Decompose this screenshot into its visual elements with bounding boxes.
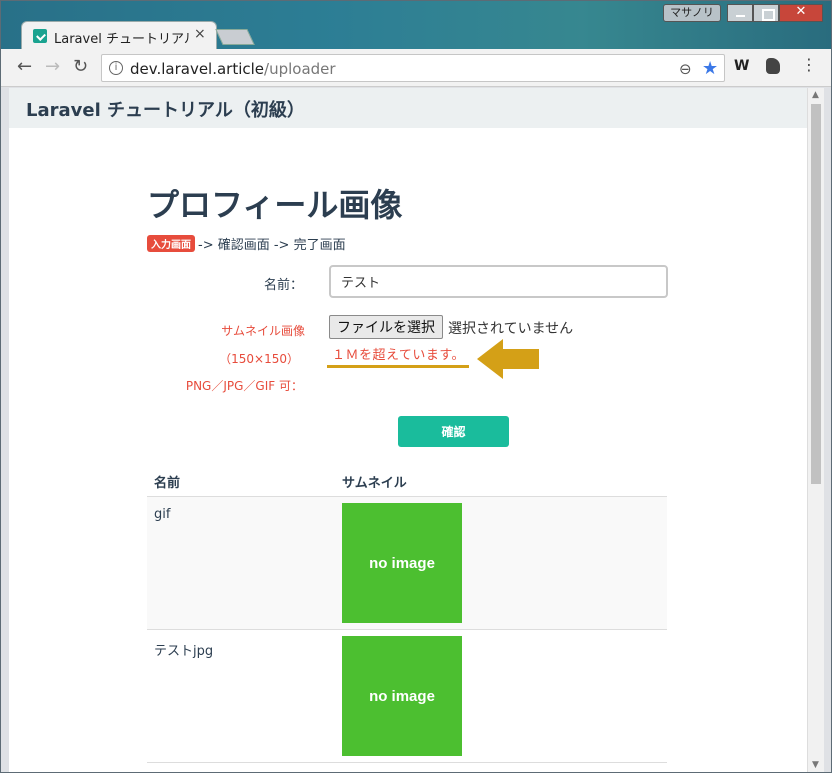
scrollbar-thumb[interactable] (811, 104, 821, 484)
thumb-label-line2: （150×150） (219, 352, 299, 366)
url-host: dev.laravel.article (130, 60, 265, 78)
table-header-name: 名前 (154, 476, 181, 491)
name-input[interactable] (329, 265, 668, 298)
url-path: /uploader (264, 60, 336, 78)
name-label: 名前： (263, 278, 303, 293)
maximize-button[interactable] (753, 4, 779, 22)
url-text[interactable]: dev.laravel.article/uploader (130, 60, 336, 78)
steps-rest: -> 確認画面 -> 完了画面 (198, 238, 346, 253)
browser-tab[interactable]: Laravel チュートリアル × (21, 21, 217, 49)
file-select-button[interactable]: ファイルを選択 (329, 315, 443, 339)
error-highlight-underline (327, 365, 469, 368)
close-window-button[interactable]: ✕ (779, 4, 823, 22)
table-row: テストjpg no image (147, 630, 667, 763)
site-brand[interactable]: Laravel チュートリアル（初級） (26, 96, 305, 122)
step-indicator: 入力画面 -> 確認画面 -> 完了画面 (147, 234, 346, 253)
file-error-message: １Ｍを超えています。 (332, 348, 466, 363)
tab-strip: Laravel チュートリアル × マサノリ ✕ (1, 1, 831, 49)
thumbnail-placeholder: no image (342, 636, 462, 756)
tab-close-icon[interactable]: × (194, 26, 206, 42)
bookmark-star-icon[interactable]: ★ (702, 58, 718, 79)
browser-toolbar: ← → ↻ i dev.laravel.article/uploader ⊖ ★… (1, 49, 831, 87)
minimize-button[interactable] (727, 4, 753, 22)
confirm-button[interactable]: 確認 (398, 416, 509, 447)
page-viewport: Laravel チュートリアル（初級） プロフィール画像 入力画面 -> 確認画面… (9, 88, 807, 772)
evernote-icon[interactable] (766, 58, 780, 74)
row-name: テストjpg (154, 644, 214, 659)
site-navbar: Laravel チュートリアル（初級） (9, 88, 807, 128)
scroll-down-icon[interactable]: ▼ (812, 760, 819, 770)
page-title: プロフィール画像 (147, 186, 403, 224)
close-icon: ✕ (795, 4, 807, 19)
address-bar[interactable]: i dev.laravel.article/uploader ⊖ ★ (101, 54, 725, 82)
extension-w-icon[interactable]: W (734, 58, 749, 74)
info-icon[interactable]: i (109, 61, 123, 75)
file-status-text: 選択されていません (448, 321, 574, 337)
tab-title: Laravel チュートリアル (54, 32, 190, 47)
table-row: gif no image (147, 497, 667, 630)
window-user-badge[interactable]: マサノリ (663, 4, 721, 22)
forward-arrow-icon[interactable]: → (45, 57, 60, 77)
vertical-scrollbar[interactable]: ▲ ▼ (807, 88, 824, 772)
favicon-icon (33, 29, 47, 43)
thumb-label-line1: サムネイル画像 (221, 324, 305, 338)
zoom-icon[interactable]: ⊖ (679, 60, 692, 78)
highlight-arrow-icon (477, 339, 539, 379)
step-badge-current: 入力画面 (147, 235, 195, 252)
thumb-label-line3: PNG／JPG／GIF 可： (185, 379, 303, 393)
back-arrow-icon[interactable]: ← (17, 57, 32, 77)
menu-dots-icon[interactable]: ⋮ (801, 57, 817, 73)
table-header-thumbnail: サムネイル (342, 476, 407, 491)
new-tab-button[interactable] (215, 29, 255, 45)
browser-window: Laravel チュートリアル × マサノリ ✕ ← → ↻ i dev.lar… (0, 0, 832, 773)
thumbnail-placeholder: no image (342, 503, 462, 623)
reload-icon[interactable]: ↻ (73, 57, 88, 77)
row-name: gif (154, 507, 171, 522)
scroll-up-icon[interactable]: ▲ (812, 90, 819, 100)
